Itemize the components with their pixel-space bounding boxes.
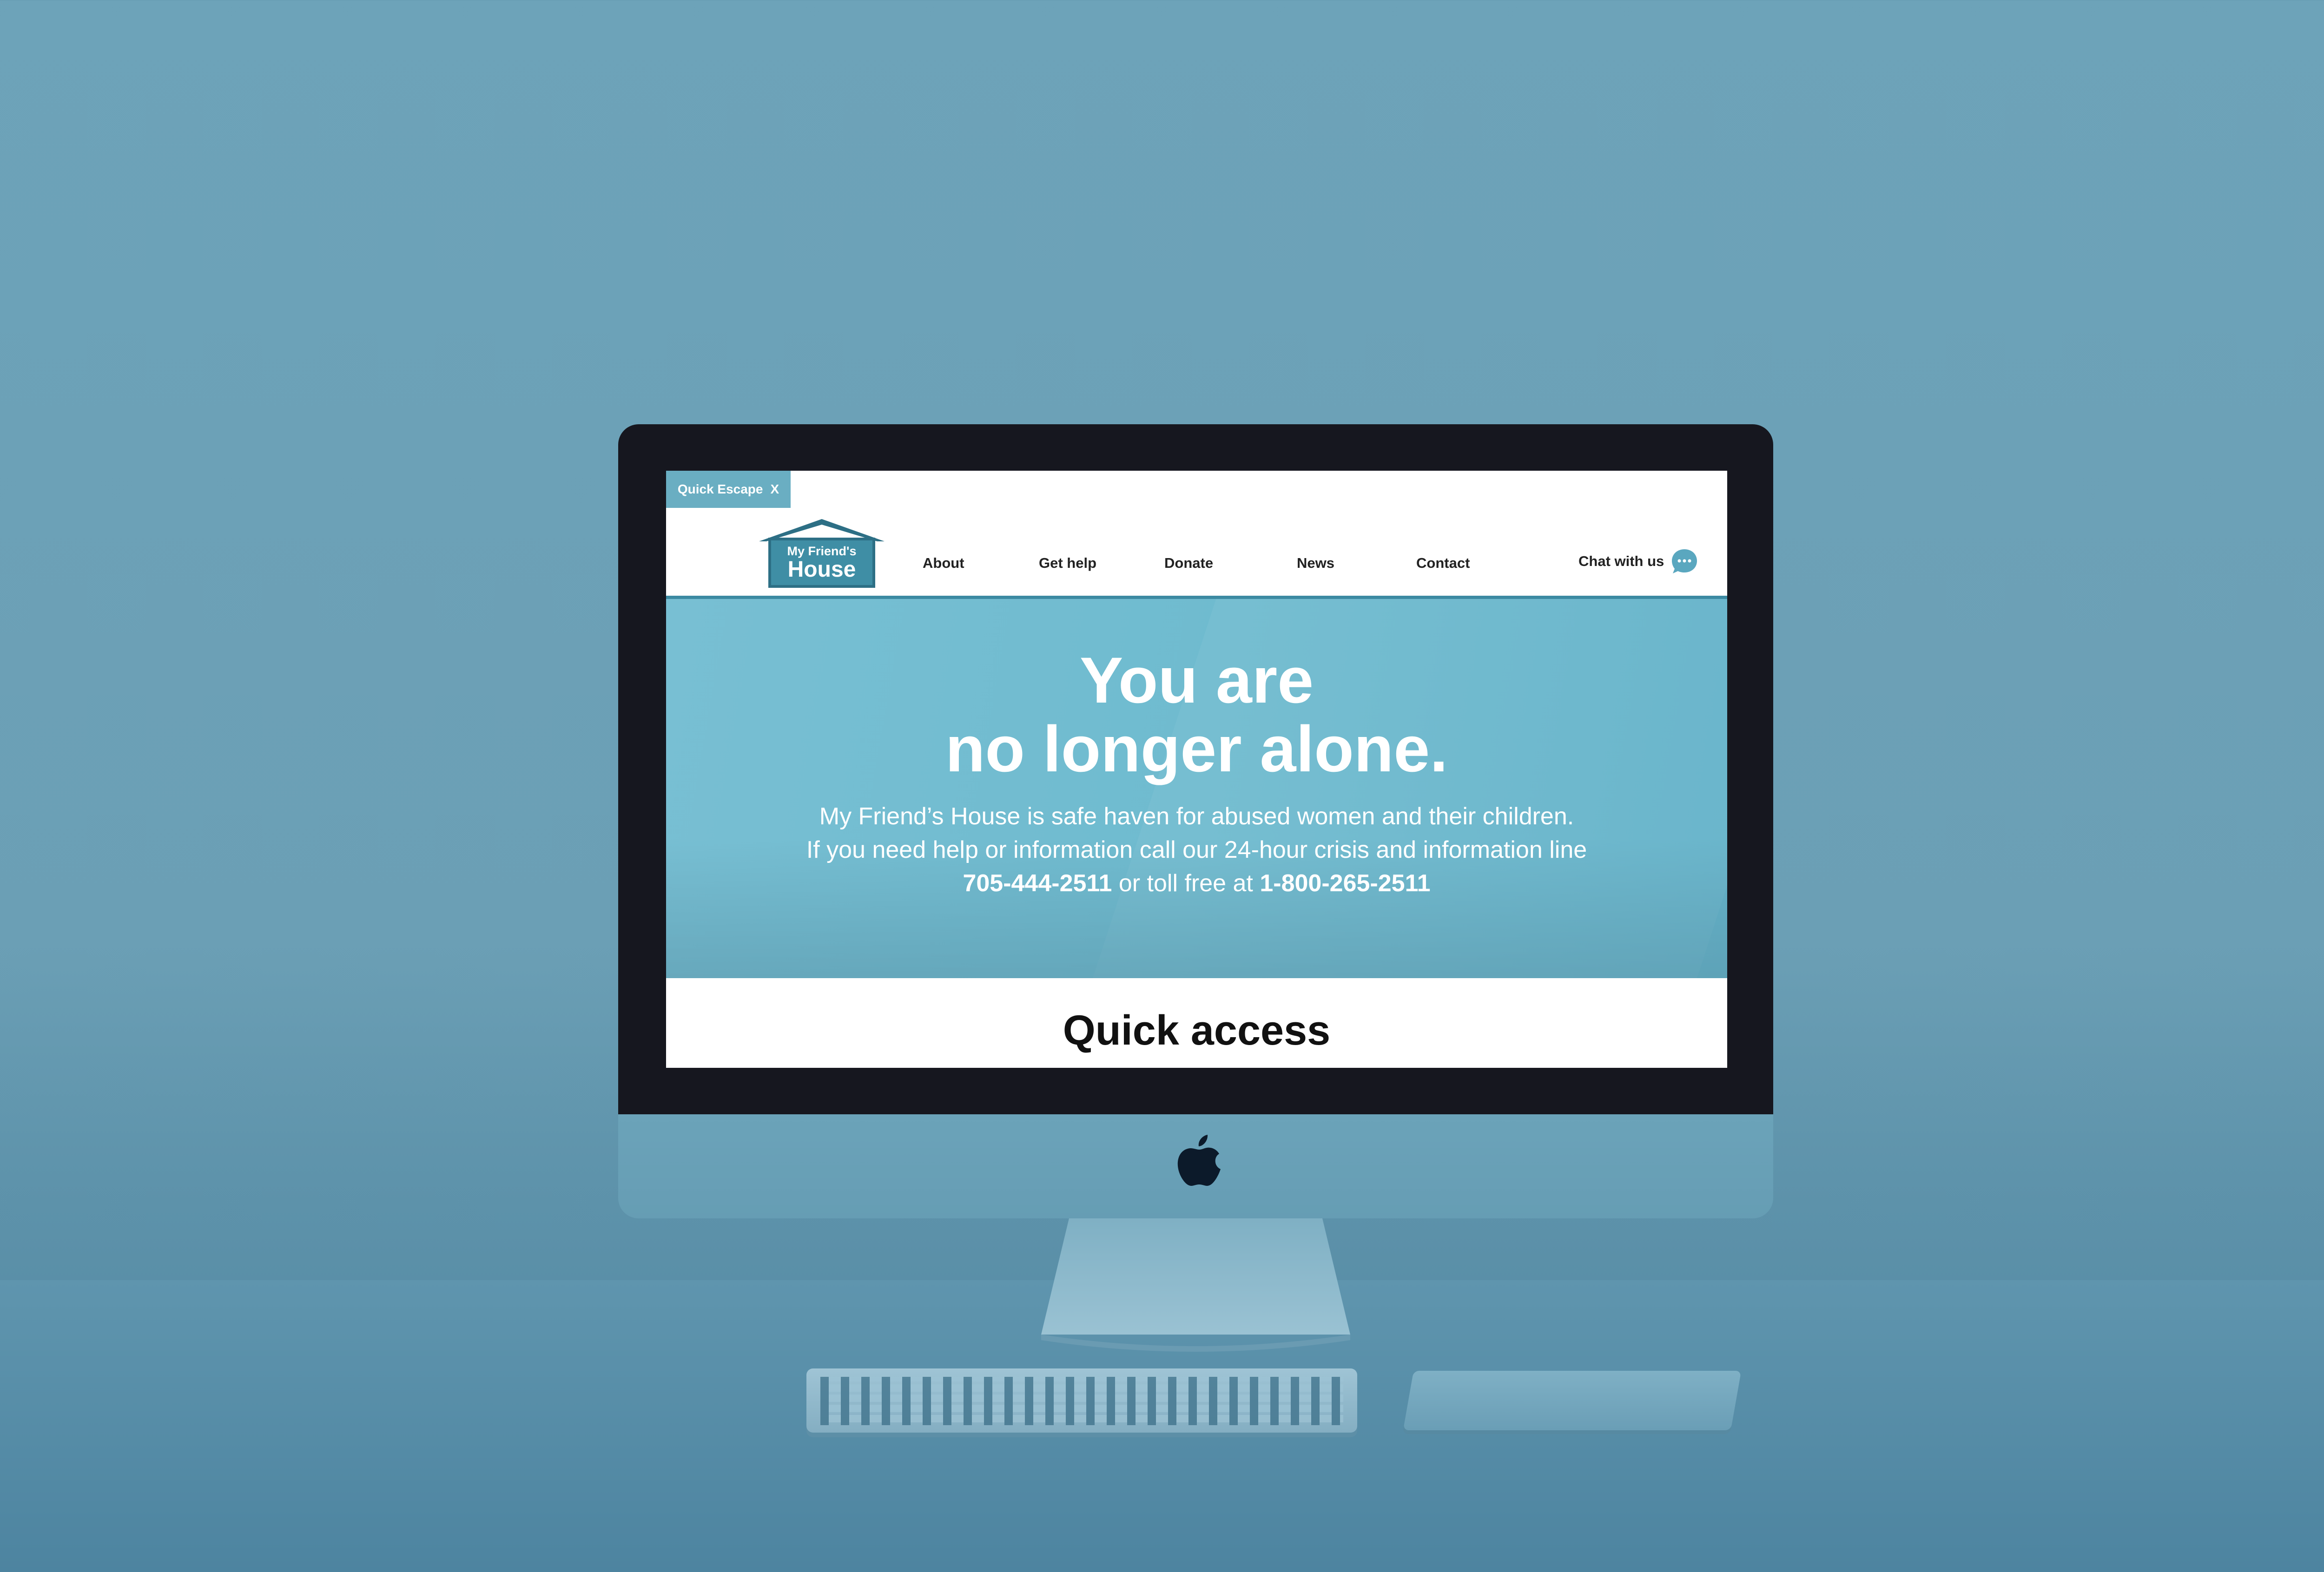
keyboard [806,1368,1357,1433]
close-icon: X [770,482,779,496]
nav-news[interactable]: News [1297,555,1334,572]
hero-headline-line-2: no longer alone. [945,712,1448,785]
header-divider [666,596,1727,599]
logo-box: My Friend's House [768,538,875,588]
quick-escape-label: Quick Escape [677,482,763,496]
monitor-stand [1041,1218,1350,1352]
chat-bubble-icon [1672,549,1697,573]
site-logo[interactable]: My Friend's House [759,517,885,590]
hero-section: You are no longer alone. My Friend’s Hou… [666,599,1727,978]
chat-label: Chat with us [1578,553,1664,569]
quick-escape-button[interactable]: Quick Escape X [666,471,791,508]
hero-phone-line: 705-444-2511 or toll free at 1-800-265-2… [666,867,1727,900]
trackpad [1403,1371,1742,1430]
phone-connector: or toll free at [1118,870,1253,897]
logo-line-1: My Friend's [787,544,857,558]
hero-body-line-2: If you need help or information call our… [806,836,1587,863]
logo-line-2: House [787,557,856,582]
nav-about[interactable]: About [923,555,964,572]
nav-donate[interactable]: Donate [1164,555,1213,572]
chat-with-us-button[interactable]: Chat with us [1578,547,1698,575]
hero-body-line-1: My Friend’s House is safe haven for abus… [819,803,1574,830]
hero-headline-line-1: You are [1079,644,1314,717]
nav-get-help[interactable]: Get help [1039,555,1096,572]
apple-logo-icon [1177,1135,1221,1186]
phone-toll-free: 1-800-265-2511 [1260,870,1431,897]
website-screen: Quick Escape X My Friend's House About G… [666,471,1727,1068]
quick-access-heading: Quick access [1063,1007,1331,1054]
phone-local: 705-444-2511 [963,870,1112,897]
nav-contact[interactable]: Contact [1416,555,1470,572]
